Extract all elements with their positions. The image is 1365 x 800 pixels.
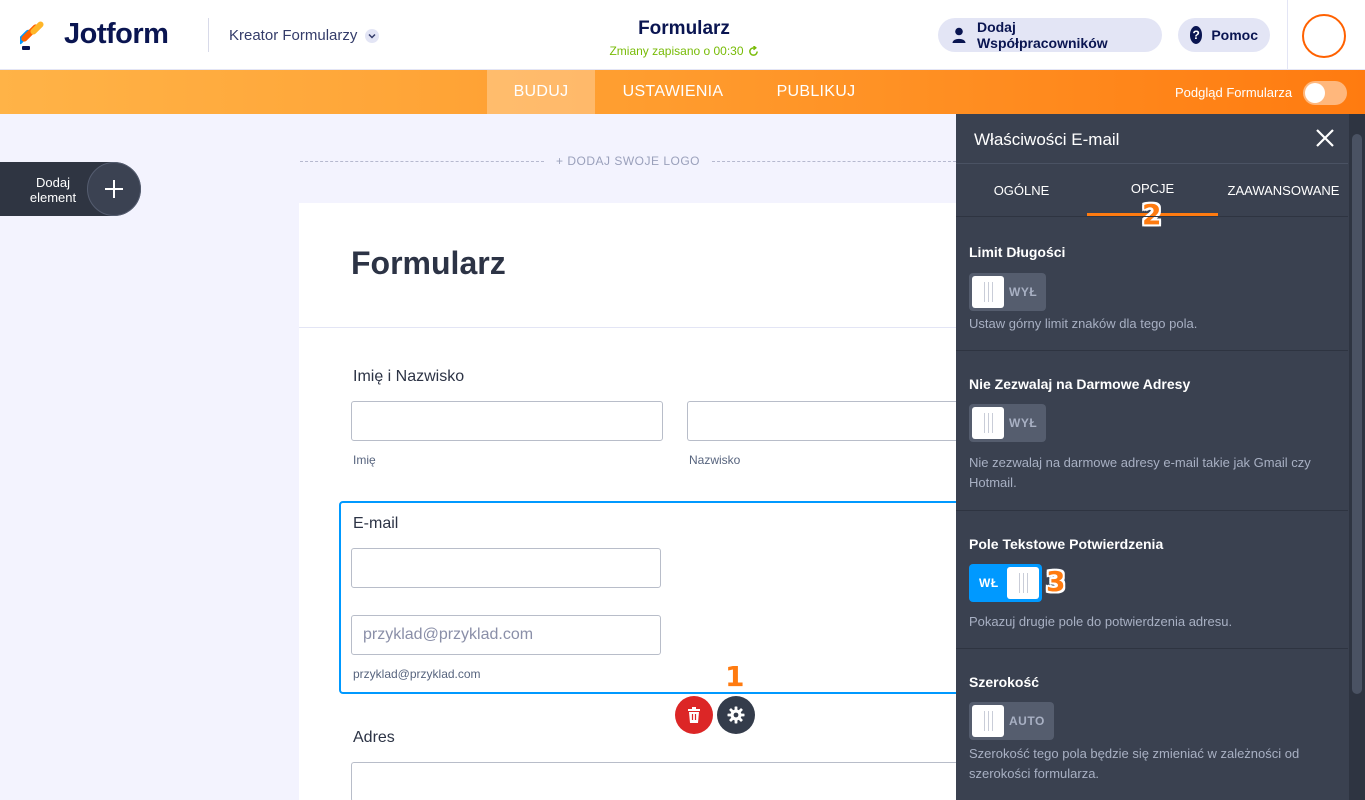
tab-advanced[interactable]: ZAAWANSOWANE [1218,164,1349,216]
avatar[interactable] [1302,14,1346,58]
address-field-label[interactable]: Adres [353,729,395,747]
jotform-logo-icon[interactable] [20,19,50,51]
form-preview-toggle[interactable] [1303,81,1347,105]
section-divider [956,350,1348,351]
header-divider [208,18,209,52]
toggle-knob [972,705,1004,737]
email-sublabel: przyklad@przyklad.com [353,667,481,681]
section-divider [956,510,1348,511]
user-icon [950,26,968,44]
tab-build[interactable]: BUDUJ [487,70,595,114]
disallow-free-toggle[interactable]: WYŁ [969,404,1046,442]
email-confirm-input[interactable]: przyklad@przyklad.com [351,615,661,655]
toggle-knob [972,276,1004,308]
disallow-free-toggle-label: WYŁ [1009,416,1038,430]
step-1-marker: 1 [725,660,745,693]
help-icon: ? [1190,26,1203,44]
panel-title: Właściwości E-mail [974,130,1120,149]
save-status-text: Zmiany zapisano o 00:30 [609,44,744,58]
width-title: Szerokość [969,674,1040,690]
help-button[interactable]: ? Pomoc [1178,18,1270,52]
length-limit-title: Limit Długości [969,244,1066,260]
tab-general[interactable]: OGÓLNE [956,164,1087,216]
first-name-input[interactable] [351,401,663,441]
length-limit-toggle[interactable]: WYŁ [969,273,1046,311]
builder-menu-label: Kreator Formularzy [229,27,358,44]
builder-menu[interactable]: Kreator Formularzy [229,27,380,44]
save-status: Zmiany zapisano o 00:30 [580,44,788,58]
step-2-marker: 2 [1142,198,1162,231]
logo-text[interactable]: Jotform [64,18,169,51]
chevron-down-icon [365,28,380,43]
length-limit-toggle-label: WYŁ [1009,285,1038,299]
add-logo-label: + DODAJ SWOJE LOGO [555,154,701,168]
confirm-field-toggle[interactable]: WŁ [969,564,1042,602]
top-header: Jotform Kreator Formularzy Formularz Zmi… [0,0,1365,70]
toggle-knob [1305,83,1325,103]
panel-scrollbar[interactable] [1349,114,1365,800]
email-field-selected[interactable] [339,501,969,694]
disallow-free-desc: Nie zezwalaj na darmowe adresy e-mail ta… [969,455,1311,490]
email-input[interactable] [351,548,661,588]
address-input[interactable] [351,762,959,800]
last-name-sublabel: Nazwisko [689,453,741,467]
add-collaborators-label: Dodaj Współpracowników [976,19,1108,51]
confirm-field-title: Pole Tekstowe Potwierdzenia [969,536,1164,552]
tabs-divider [956,216,1348,217]
form-heading[interactable]: Formularz [351,245,506,282]
step-3-marker: 3 [1046,565,1066,598]
tab-publish[interactable]: PUBLIKUJ [760,70,872,114]
help-label: Pomoc [1211,27,1258,43]
scrollbar-thumb[interactable] [1352,134,1362,694]
toggle-knob [972,407,1004,439]
dashed-line-left [300,160,544,162]
width-toggle-label: AUTO [1009,714,1045,728]
dashed-line-right [712,160,956,162]
builder-nav: BUDUJ USTAWIENIA PUBLIKUJ [0,70,1365,114]
delete-field-button[interactable] [675,696,713,734]
confirm-field-desc: Pokazuj drugie pole do potwierdzenia adr… [969,614,1233,629]
form-title[interactable]: Formularz [580,18,788,40]
email-field-label[interactable]: E-mail [353,515,398,533]
add-collaborators-button[interactable]: Dodaj Współpracowników [938,18,1162,52]
confirm-field-toggle-label: WŁ [979,576,999,590]
tab-settings[interactable]: USTAWIENIA [600,70,746,114]
width-desc: Szerokość tego pola będzie się zmieniać … [969,746,1300,781]
last-name-input[interactable] [687,401,959,441]
add-element-label: Dodaj element [29,175,77,205]
name-field-label[interactable]: Imię i Nazwisko [353,368,464,386]
header-divider-right [1287,0,1288,70]
width-toggle[interactable]: AUTO [969,702,1054,740]
gear-icon [727,706,745,724]
toggle-knob [1007,567,1039,599]
add-element-button[interactable]: Dodaj element [0,162,141,216]
field-settings-button[interactable] [717,696,755,734]
form-heading-divider [299,327,959,328]
form-title-block: Formularz Zmiany zapisano o 00:30 [580,18,788,58]
add-logo-zone[interactable]: + DODAJ SWOJE LOGO [300,150,956,172]
refresh-icon[interactable] [748,45,759,57]
section-divider [956,648,1348,649]
trash-icon [688,707,700,723]
disallow-free-title: Nie Zezwalaj na Darmowe Adresy [969,376,1191,392]
plus-icon [87,162,141,216]
first-name-sublabel: Imię [353,453,376,467]
close-icon[interactable] [1313,126,1337,150]
form-preview-label: Podgląd Formularza [1175,85,1293,100]
length-limit-desc: Ustaw górny limit znaków dla tego pola. [969,316,1198,331]
